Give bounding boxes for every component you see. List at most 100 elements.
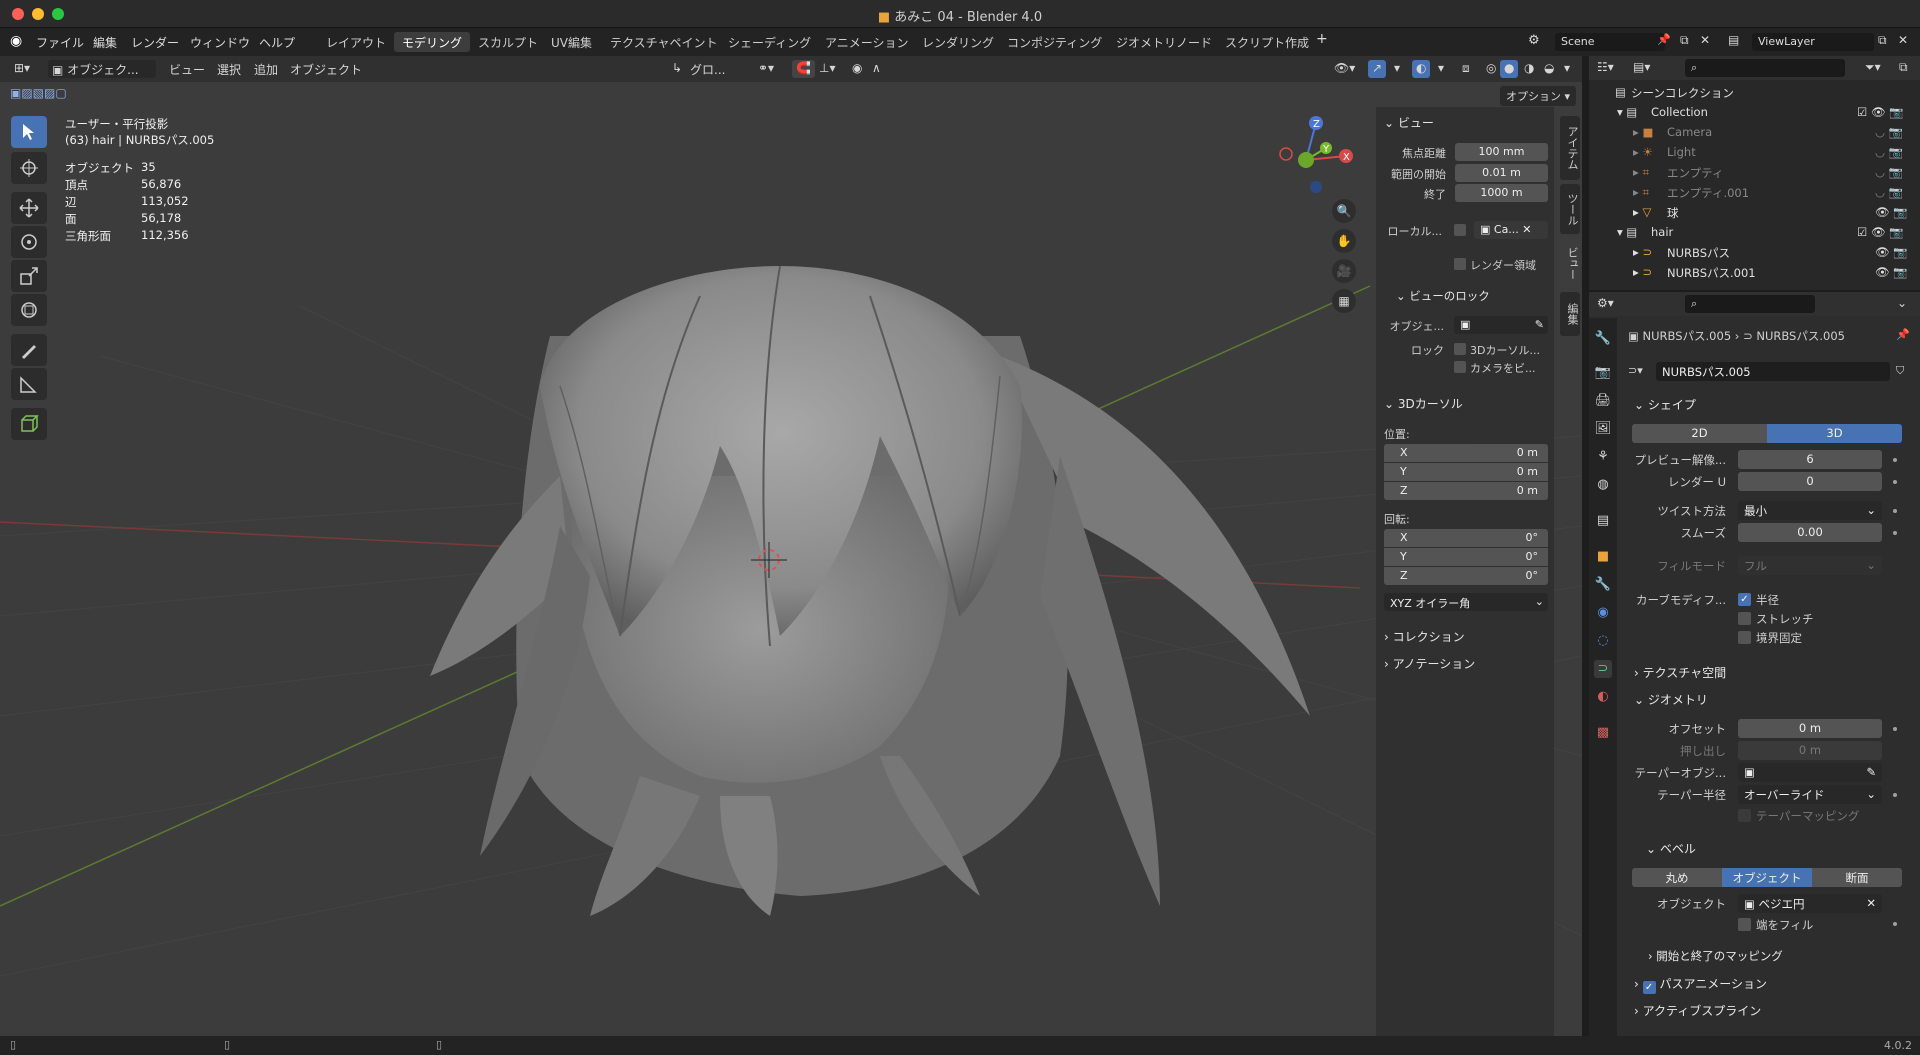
curve-data-tab-icon[interactable]: ⊃ (1594, 660, 1612, 678)
path-animation-checkbox[interactable]: ✓ (1642, 981, 1656, 994)
outliner-row-empty-001[interactable]: ▸ ⌗ エンプティ.001 ◡ 📷 (1589, 182, 1920, 202)
tab-compositing[interactable]: コンポジティング (999, 32, 1110, 52)
measure-tool[interactable] (11, 368, 47, 400)
texture-space-header[interactable]: › テクスチャ空間 (1634, 664, 1726, 681)
annotation-header[interactable]: › アノテーション (1384, 655, 1475, 672)
proportional-edit-icon[interactable]: ◉ (848, 60, 866, 78)
snap-target-icon[interactable]: ⊥▾ (815, 60, 839, 78)
pin-icon[interactable]: 📌 (1657, 33, 1671, 46)
menu-help[interactable]: ヘルプ (259, 34, 295, 51)
outliner-row-light[interactable]: ▸ ☀ Light ◡ 📷 (1589, 142, 1920, 162)
radius-checkbox[interactable]: ✓ (1738, 593, 1751, 606)
keyframe-dot[interactable] (1893, 793, 1897, 797)
fake-user-shield-icon[interactable]: ⛉ (1896, 364, 1904, 378)
collection-tab-icon[interactable]: ▤ (1594, 512, 1612, 530)
visibility-icon[interactable]: 👁▾ (1330, 60, 1359, 78)
filter-icon[interactable]: ⏷▾ (1865, 60, 1881, 75)
keyframe-dot[interactable] (1893, 509, 1897, 513)
menu-file[interactable]: ファイル (36, 34, 84, 51)
scene-selector[interactable]: Scene (1555, 33, 1665, 51)
taper-object-field[interactable]: ▣ ✎ (1738, 763, 1882, 782)
bevel-object-button[interactable]: オブジェクト (1722, 868, 1812, 887)
solid-shading-icon[interactable]: ● (1500, 60, 1519, 78)
shape-panel-header[interactable]: ⌄ シェイプ (1634, 396, 1696, 413)
cursor-location-z[interactable]: Z0 m (1384, 482, 1548, 500)
texture-tab-icon[interactable]: ▩ (1594, 724, 1612, 742)
falloff-icon[interactable]: ∧ (868, 60, 885, 78)
menu-window[interactable]: ウィンドウ (190, 34, 250, 51)
collection-header[interactable]: › コレクション (1384, 628, 1465, 645)
tab-rendering[interactable]: レンダリング (914, 32, 1002, 52)
3d-cursor-header[interactable]: ⌄ 3Dカーソル (1384, 395, 1463, 412)
tab-item[interactable]: アイテム (1560, 116, 1580, 180)
gizmo-dropdown-icon[interactable]: ▾ (1390, 60, 1404, 78)
render-tab-icon[interactable]: 📷 (1594, 364, 1612, 382)
clip-start-field[interactable]: 0.01 m (1455, 164, 1548, 182)
keyframe-dot[interactable] (1893, 727, 1897, 731)
menu-add[interactable]: 追加 (250, 60, 282, 78)
selection-mode-icons[interactable]: ▣▨▧▨▢ (10, 86, 67, 100)
annotate-tool[interactable] (11, 334, 47, 366)
tool-tab-icon[interactable]: 🔧 (1594, 330, 1612, 348)
world-tab-icon[interactable]: ◍ (1594, 476, 1612, 494)
datablock-name-field[interactable]: NURBSパス.005 (1656, 362, 1890, 381)
pivot-point-icon[interactable]: ⚭▾ (754, 60, 778, 78)
rotation-mode-dropdown[interactable]: XYZ オイラー角 ⌄ (1384, 593, 1548, 611)
delete-view-layer-icon[interactable]: ✕ (1898, 33, 1908, 47)
clear-icon[interactable]: ✕ (1866, 896, 1876, 910)
physics-tab-icon[interactable]: ◌ (1594, 632, 1612, 650)
bounds-clamp-checkbox[interactable] (1738, 631, 1751, 644)
properties-options-icon[interactable]: ⌄ (1897, 296, 1907, 310)
add-cube-tool[interactable] (11, 408, 47, 440)
outliner-row-nurbs-path-001[interactable]: ▸ ⊃ NURBSパス.001 👁 📷 (1589, 262, 1920, 282)
3d-viewport[interactable]: Z X Y ⊞▾ ▣ オブジェク... ビュー 選択 追加 オブジェクト ↳ グ… (0, 56, 1582, 1036)
tab-view[interactable]: ビュー (1560, 238, 1580, 288)
menu-edit[interactable]: 編集 (93, 34, 117, 51)
dimension-3d-button[interactable]: 3D (1767, 424, 1902, 443)
bevel-round-button[interactable]: 丸め (1632, 868, 1722, 887)
tab-geometry-nodes[interactable]: ジオメトリノード (1108, 32, 1220, 52)
tab-modeling[interactable]: モデリング (394, 32, 471, 52)
eyedropper-icon[interactable]: ✎ (1535, 318, 1544, 331)
lock-cursor-checkbox[interactable] (1454, 343, 1466, 355)
keyframe-dot[interactable] (1893, 458, 1897, 462)
options-dropdown[interactable]: オプション ▾ (1500, 86, 1577, 106)
view-layer-tab-icon[interactable]: 🖼 (1594, 420, 1612, 438)
cursor-rotation-z[interactable]: Z 0° (1384, 567, 1548, 585)
blender-logo-icon[interactable]: ◉ (10, 33, 22, 49)
tab-scripting[interactable]: スクリプト作成 (1217, 32, 1317, 52)
dimension-2d-button[interactable]: 2D (1632, 424, 1767, 443)
overlay-toggle-icon[interactable]: ◐ (1412, 60, 1431, 78)
start-end-mapping-header[interactable]: › 開始と終了のマッピング (1648, 948, 1783, 964)
modifier-tab-icon[interactable]: 🔧 (1594, 576, 1612, 594)
cursor-location-y[interactable]: Y0 m (1384, 463, 1548, 481)
menu-render[interactable]: レンダー (131, 34, 179, 51)
output-tab-icon[interactable]: 🖨 (1594, 392, 1612, 410)
shading-dropdown-icon[interactable]: ▾ (1560, 60, 1574, 78)
material-tab-icon[interactable]: ◐ (1594, 688, 1612, 706)
scale-tool[interactable] (11, 260, 47, 292)
outliner-search-input[interactable]: ⌕ (1685, 59, 1845, 77)
pin-icon[interactable]: 📌 (1896, 328, 1910, 341)
tab-sculpt[interactable]: スカルプト (470, 32, 546, 52)
outliner-row-hair[interactable]: ▾ ▤ hair ☑ 👁 📷 (1589, 222, 1920, 242)
display-mode-icon[interactable]: ▤▾ (1633, 60, 1650, 74)
geometry-panel-header[interactable]: ⌄ ジオメトリ (1634, 691, 1708, 708)
menu-select[interactable]: 選択 (213, 60, 245, 78)
bevel-profile-button[interactable]: 断面 (1812, 868, 1902, 887)
properties-editor-icon[interactable]: ⚙▾ (1597, 296, 1614, 310)
rendered-shading-icon[interactable]: ◒ (1540, 60, 1558, 78)
row-icons[interactable]: ☑ 👁 📷 (1857, 105, 1904, 119)
lock-camera-checkbox[interactable] (1454, 361, 1466, 373)
bevel-object-field[interactable]: ▣ ベジエ円 ✕ (1738, 894, 1882, 913)
cursor-rotation-x[interactable]: X 0° (1384, 529, 1548, 547)
tab-shading[interactable]: シェーディング (720, 32, 819, 52)
keyframe-dot[interactable] (1893, 922, 1897, 926)
outliner-row-scene-collection[interactable]: ▤ シーンコレクション (1589, 82, 1920, 102)
object-tab-icon[interactable]: ■ (1594, 548, 1612, 566)
new-scene-icon[interactable]: ⧉ (1680, 33, 1689, 48)
twist-method-dropdown[interactable]: 最小 ⌄ (1738, 501, 1882, 520)
outliner-row-sphere[interactable]: ▸ ▽ 球 👁 📷 (1589, 202, 1920, 222)
render-region-checkbox[interactable] (1454, 258, 1466, 270)
tab-edit[interactable]: 編集 (1560, 292, 1580, 336)
